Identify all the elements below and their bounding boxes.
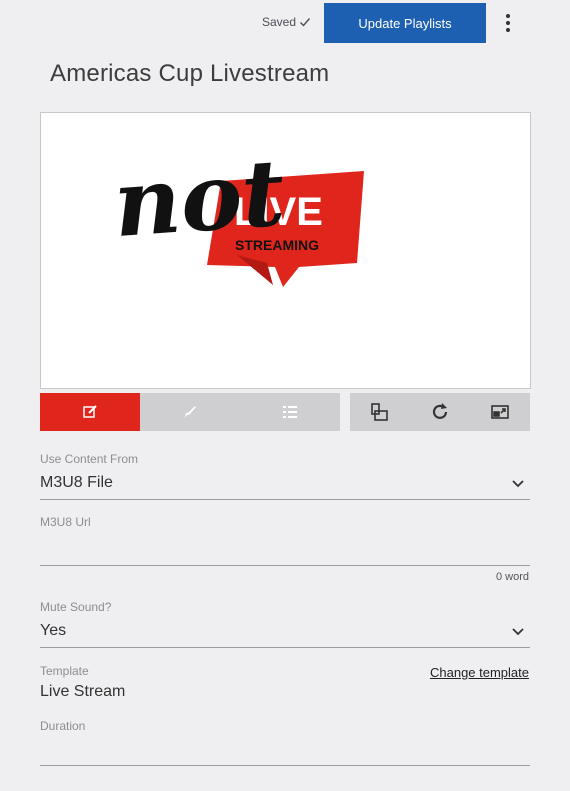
editor-toolbar xyxy=(40,393,340,431)
style-tab-button[interactable] xyxy=(140,393,240,431)
list-icon xyxy=(283,406,297,418)
edit-tab-button[interactable] xyxy=(40,393,140,431)
refresh-button[interactable] xyxy=(418,393,462,431)
mute-sound-select[interactable]: Yes xyxy=(40,622,66,640)
m3u8-url-underline xyxy=(40,565,530,566)
refresh-icon xyxy=(432,403,448,419)
list-tab-button[interactable] xyxy=(240,393,340,431)
logo-word: not xyxy=(110,138,288,258)
duration-underline xyxy=(40,765,530,766)
action-toolbar xyxy=(350,393,530,431)
window-icon xyxy=(491,405,509,419)
change-template-link[interactable]: Change template xyxy=(430,665,529,680)
brush-icon xyxy=(185,406,196,418)
template-value: Live Stream xyxy=(40,683,126,700)
saved-status: Saved xyxy=(262,15,311,29)
mute-sound-underline xyxy=(40,647,530,648)
layers-icon xyxy=(371,403,388,421)
duration-label: Duration xyxy=(40,719,86,733)
update-playlists-button[interactable]: Update Playlists xyxy=(324,3,486,43)
more-options-icon[interactable] xyxy=(498,10,518,36)
m3u8-url-label: M3U8 Url xyxy=(40,515,91,529)
check-icon xyxy=(300,18,311,27)
content-preview: LIVE STREAMING not xyxy=(40,112,531,389)
content-source-underline xyxy=(40,499,530,500)
content-source-label: Use Content From xyxy=(40,452,139,466)
chevron-down-icon[interactable] xyxy=(511,627,525,637)
mute-sound-label: Mute Sound? xyxy=(40,600,112,614)
layers-button[interactable] xyxy=(358,393,402,431)
page-title: Americas Cup Livestream xyxy=(50,60,330,87)
edit-icon xyxy=(83,405,97,418)
chevron-down-icon[interactable] xyxy=(511,479,525,489)
saved-label: Saved xyxy=(262,15,297,29)
top-bar: Saved Update Playlists xyxy=(0,0,570,46)
word-count: 0 word xyxy=(495,571,529,583)
content-source-select[interactable]: M3U8 File xyxy=(40,474,113,492)
not-live-streaming-logo: LIVE STREAMING not xyxy=(110,138,364,287)
template-label: Template xyxy=(40,664,89,678)
window-button[interactable] xyxy=(478,393,522,431)
